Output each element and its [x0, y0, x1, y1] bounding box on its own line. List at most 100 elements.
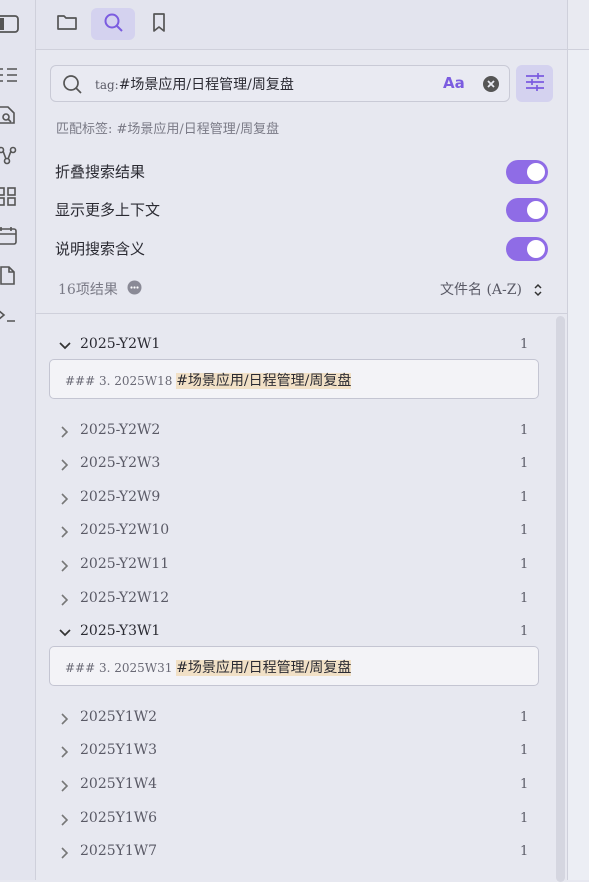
search-settings-button[interactable] [516, 65, 553, 102]
option-more-context: 显示更多上下文 [55, 197, 550, 223]
more-options-icon[interactable] [127, 280, 142, 295]
sidebar-toggle-icon[interactable] [0, 13, 22, 35]
chevron-down-icon[interactable] [58, 625, 72, 639]
option-label: 折叠搜索结果 [55, 163, 146, 181]
result-match-count: 1 [520, 810, 529, 826]
match-case-button[interactable]: Aa [443, 74, 465, 92]
result-match-card[interactable]: ### 3. 2025W31 #场景应用/日程管理/周复盘 [49, 645, 539, 686]
result-file-name: 2025Y1W3 [80, 742, 158, 759]
result-file-row[interactable]: 2025Y1W6 1 [36, 802, 546, 836]
sort-dropdown[interactable]: 文件名 (A-Z) [440, 279, 522, 299]
chevron-right-icon[interactable] [58, 457, 72, 471]
result-file-row[interactable]: 2025-Y2W12 1 [36, 582, 546, 616]
chevron-right-icon[interactable] [58, 812, 72, 826]
graph-icon[interactable] [0, 145, 22, 167]
blocks-icon[interactable] [0, 185, 22, 207]
result-file-name: 2025-Y2W3 [80, 455, 161, 472]
clear-search-icon[interactable] [482, 75, 500, 93]
result-match-count: 1 [520, 624, 529, 640]
right-edge-pane [567, 0, 589, 880]
search-icon [61, 73, 83, 95]
result-file-row[interactable]: 2025Y1W4 1 [36, 768, 546, 802]
result-file-row[interactable]: 2025-Y2W10 1 [36, 514, 546, 548]
search-icon [102, 11, 124, 37]
chevron-right-icon[interactable] [58, 845, 72, 859]
search-query[interactable]: tag:#场景应用/日程管理/周复盘 [95, 74, 294, 94]
result-match-count: 1 [520, 844, 529, 860]
match-highlight: #场景应用/日程管理/周复盘 [176, 659, 352, 676]
result-file-name: 2025-Y2W11 [80, 556, 170, 572]
folder-icon [56, 11, 78, 37]
query-prefix: tag: [95, 78, 119, 92]
more-context-toggle[interactable] [506, 198, 548, 222]
search-results: 2025-Y2W1 1 ### 3. 2025W18 #场景应用/日程管理/周复盘 2… [36, 314, 567, 882]
match-highlight: #场景应用/日程管理/周复盘 [176, 372, 352, 389]
chevron-right-icon[interactable] [58, 744, 72, 758]
chevron-right-icon[interactable] [58, 491, 72, 505]
result-file-row[interactable]: 2025-Y2W11 1 [36, 548, 546, 582]
terminal-icon[interactable] [0, 304, 22, 326]
chevron-right-icon[interactable] [58, 558, 72, 572]
result-file-name: 2025-Y3W1 [80, 623, 161, 640]
result-file-name: 2025Y1W2 [80, 708, 158, 725]
result-match-count: 1 [520, 777, 529, 792]
explain-search-toggle[interactable] [506, 237, 548, 261]
result-match-count: 1 [520, 422, 529, 438]
result-file-row[interactable]: 2025Y1W7 1 [36, 835, 546, 869]
result-file-name: 2025-Y2W9 [80, 488, 161, 505]
result-file-name: 2025-Y2W12 [80, 589, 170, 606]
chevron-down-icon[interactable] [58, 338, 72, 352]
query-tag: #场景应用/日程管理/周复盘 [118, 77, 294, 93]
chevron-right-icon[interactable] [58, 711, 72, 725]
result-file-name: 2025-Y2W1 [80, 336, 161, 352]
tab-bookmarks[interactable] [137, 8, 181, 40]
result-count: 16项结果 [58, 282, 118, 298]
sort-chevron-icon[interactable] [533, 282, 543, 297]
tab-search[interactable] [91, 8, 135, 40]
chevron-right-icon[interactable] [58, 524, 72, 538]
results-scrollbar[interactable] [556, 316, 565, 882]
tab-files[interactable] [45, 8, 89, 40]
result-match-count: 1 [520, 456, 529, 472]
list-icon[interactable] [0, 64, 22, 86]
result-file-row[interactable]: 2025-Y2W9 1 [36, 481, 546, 515]
left-ribbon [0, 0, 36, 880]
search-input-box[interactable]: tag:#场景应用/日程管理/周复盘 Aa [50, 65, 510, 102]
result-file-name: 2025-Y2W10 [80, 522, 170, 539]
page-search-icon[interactable] [0, 104, 22, 126]
result-file-name: 2025Y1W4 [80, 776, 158, 792]
match-prefix: ### 3. 2025W31 [65, 660, 177, 675]
sliders-icon [524, 71, 546, 97]
option-label: 说明搜索含义 [55, 240, 146, 258]
result-file-name: 2025Y1W7 [80, 843, 158, 860]
result-file-row[interactable]: 2025-Y3W1 1 [36, 615, 546, 649]
result-match-count: 1 [520, 590, 529, 606]
result-match-card[interactable]: ### 3. 2025W18 #场景应用/日程管理/周复盘 [49, 358, 539, 399]
match-explanation: 匹配标签: #场景应用/日程管理/周复盘 [56, 122, 280, 137]
result-match-count: 1 [520, 337, 529, 352]
file-copy-icon[interactable] [0, 264, 22, 286]
chevron-right-icon[interactable] [58, 424, 72, 438]
bookmark-icon [148, 11, 170, 37]
result-file-name: 2025Y1W6 [80, 809, 158, 826]
result-match-count: 1 [520, 709, 529, 725]
option-explain-search: 说明搜索含义 [55, 236, 550, 262]
match-snippet: ### 3. 2025W31 #场景应用/日程管理/周复盘 [65, 657, 352, 677]
result-match-count: 1 [520, 557, 529, 572]
match-snippet: ### 3. 2025W18 #场景应用/日程管理/周复盘 [65, 370, 352, 390]
result-file-row[interactable]: 2025Y1W3 1 [36, 734, 546, 768]
result-file-row[interactable]: 2025-Y2W3 1 [36, 447, 546, 481]
option-collapse-results: 折叠搜索结果 [55, 159, 550, 185]
result-match-count: 1 [520, 489, 529, 505]
result-match-count: 1 [520, 523, 529, 539]
option-label: 显示更多上下文 [55, 201, 161, 219]
result-file-row[interactable]: 2025-Y2W2 1 [36, 414, 546, 448]
result-file-name: 2025-Y2W2 [80, 421, 161, 438]
result-file-row[interactable]: 2025-Y2W1 1 [36, 328, 546, 362]
sidebar-tab-bar [36, 0, 567, 50]
calendar-icon[interactable] [0, 225, 22, 247]
collapse-results-toggle[interactable] [506, 160, 548, 184]
chevron-right-icon[interactable] [58, 592, 72, 606]
chevron-right-icon[interactable] [58, 778, 72, 792]
result-file-row[interactable]: 2025Y1W2 1 [36, 701, 546, 735]
